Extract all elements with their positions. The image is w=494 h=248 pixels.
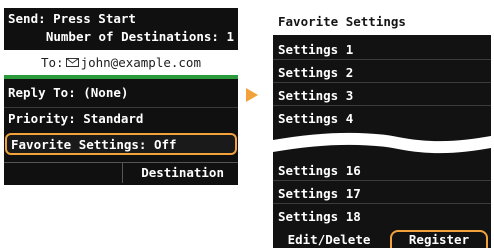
destination-count: Number of Destinations: 1	[45, 29, 234, 44]
bottom-button-bar: Edit/Delete Register	[273, 230, 491, 248]
list-break-divider	[273, 129, 491, 157]
settings-item[interactable]: Settings 16	[273, 160, 491, 181]
to-address-field[interactable]: To: john@example.com	[4, 50, 238, 75]
settings-item[interactable]: Settings 2	[273, 62, 491, 83]
priority-item[interactable]: Priority: Standard	[4, 107, 238, 128]
screen-title: Favorite Settings	[273, 8, 491, 35]
button-divider	[122, 163, 123, 183]
register-button[interactable]: Register	[390, 230, 488, 248]
envelope-icon	[65, 50, 79, 75]
favorite-settings-screen: Favorite Settings Settings 1 Settings 2 …	[273, 8, 491, 248]
arrow-right-icon	[246, 88, 258, 105]
to-label: To:	[41, 55, 64, 70]
to-address-value: john@example.com	[80, 55, 201, 70]
settings-item[interactable]: Settings 3	[273, 85, 491, 106]
destination-button-label: Destination	[141, 165, 224, 180]
settings-item[interactable]: Settings 1	[273, 39, 491, 60]
settings-item[interactable]: Settings 4	[273, 108, 491, 129]
reply-to-item[interactable]: Reply To: (None)	[4, 82, 238, 103]
destination-button[interactable]: Destination	[4, 162, 238, 183]
favorite-settings-item[interactable]: Favorite Settings: Off	[5, 133, 237, 155]
settings-item[interactable]: Settings 17	[273, 183, 491, 204]
settings-item[interactable]: Settings 18	[273, 206, 491, 227]
send-screen: Send: Press Start Number of Destinations…	[4, 8, 238, 185]
edit-delete-button[interactable]: Edit/Delete	[273, 231, 385, 248]
send-status-text: Send: Press Start	[8, 11, 136, 26]
to-field-underline	[4, 75, 238, 79]
